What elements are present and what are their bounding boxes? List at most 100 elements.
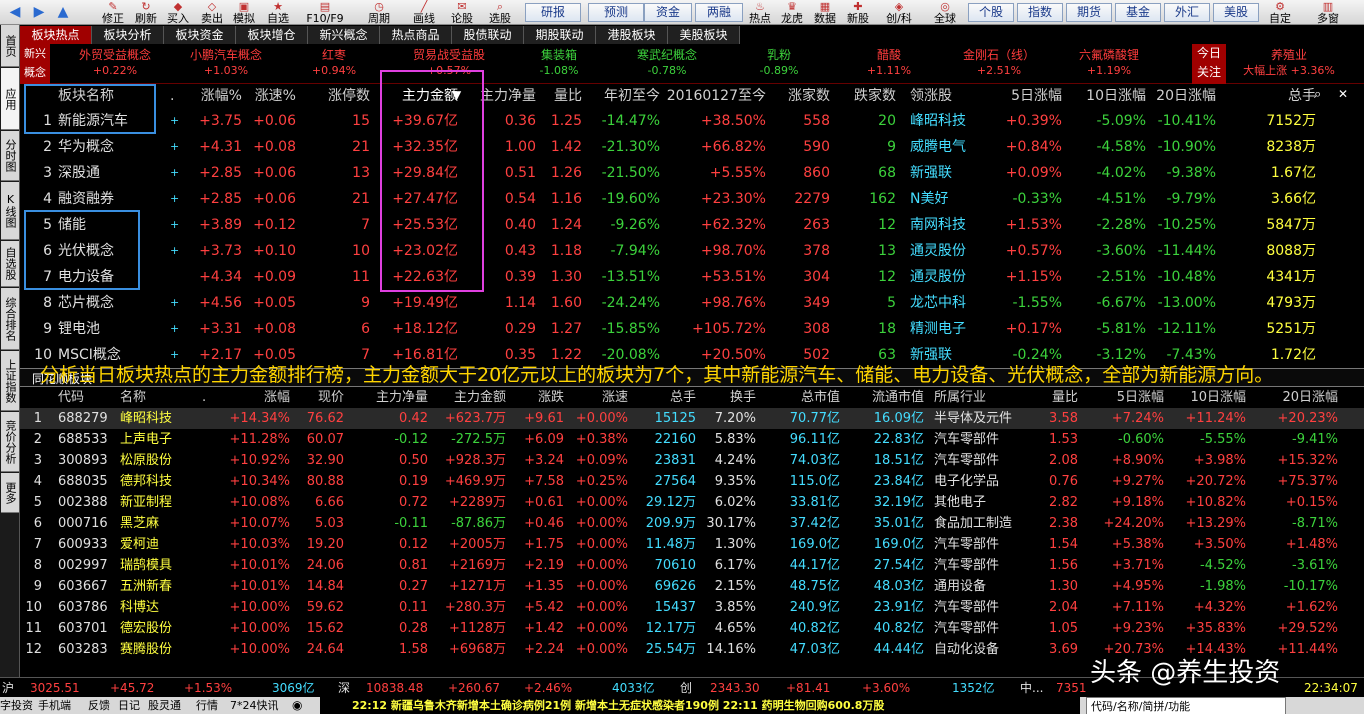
col-header-9[interactable]: 20160127至今 [666,84,766,108]
hot-concept-item[interactable]: 寒武纪概念 -0.78% [608,47,726,79]
sidebar-tab-7[interactable]: 竞价分析 [1,412,19,472]
table-row[interactable]: 9 603667 五洲新春 +10.01% 14.84 0.27 +1271万 +1.35 +0… [20,576,1364,597]
col-header-5[interactable]: 主力净量 [352,387,428,408]
toolbar-box-0[interactable]: 研报 [525,3,581,22]
tab-6[interactable]: 股债联动 [452,26,524,44]
news-item-1[interactable]: 22:12 新疆乌鲁木齐新增本土确诊病例21例 新增本土无症状感染者190例 [352,699,719,712]
table-row[interactable]: 3 深股通 + +2.85 +0.06 13 +29.84亿 0.51 1.26 -21.50% +… [20,160,1364,186]
table-row[interactable]: 5 002388 新亚制程 +10.08% 6.66 0.72 +2289万 +0.61 +0.… [20,492,1364,513]
col-header-7[interactable]: 涨跌 [508,387,564,408]
toolbar-button2-2[interactable]: ▦ 数据 [810,0,840,25]
bottom-item-6[interactable]: 7*24快讯 [230,697,279,714]
cell-n[interactable]: 赛腾股份 [120,639,200,660]
col-header-13[interactable]: 所属行业 [934,387,1044,408]
tab-4[interactable]: 新兴概念 [308,26,380,44]
tab-5[interactable]: 热点商品 [380,26,452,44]
tab-9[interactable]: 美股板块 [668,26,740,44]
table-row[interactable]: 4 688035 德邦科技 +10.34% 80.88 0.19 +469.9万 +7.58 +… [20,471,1364,492]
hot-concept-item[interactable]: 外贸受益概念 +0.22% [56,47,174,79]
robot-icon[interactable]: ◉ [292,698,302,712]
col-header-10[interactable]: 换手 [700,387,756,408]
col-header-17[interactable]: 20日涨幅 [1260,387,1338,408]
table-row[interactable]: 1 688279 峰昭科技 +14.34% 76.62 0.42 +623.7万 +9.61 +… [20,408,1364,429]
toolbar-button2-3[interactable]: ✚ 新股 [843,0,873,25]
toolbar-button-7[interactable]: ◷ 周期 [356,0,402,25]
hot-concept-item[interactable]: 小鹏汽车概念 +1.03% [167,47,285,79]
toolbar-button2-0[interactable]: ♨ 热点 [745,0,775,25]
col-header-8[interactable]: 年初至今 [586,84,660,108]
cell-code[interactable]: 688279 [58,408,110,429]
col-header-14[interactable]: 量比 [1042,387,1078,408]
col-header-9[interactable]: 总手 [630,387,696,408]
sidebar-tab-5[interactable]: 综合排名 [1,288,19,350]
bottom-item-5[interactable]: 行情 [196,697,218,714]
search-icon[interactable]: ⌕ [1314,87,1321,102]
toolbar-button2-1[interactable]: ♛ 龙虎 [777,0,807,25]
tab-7[interactable]: 期股联动 [524,26,596,44]
cell-n[interactable]: 德邦科技 [120,471,200,492]
col-header-12[interactable]: 领涨股 [910,84,990,108]
cell-code[interactable]: 002388 [58,492,110,513]
bottom-item-0[interactable]: 字投资 [0,697,33,714]
col-header-10[interactable]: 涨家数 [770,84,830,108]
cell-n[interactable]: 德宏股份 [120,618,200,639]
toolbar-button-4[interactable]: ▣ 模拟 [228,0,260,25]
table-row[interactable]: 1 新能源汽车 + +3.75 +0.06 15 +39.67亿 0.36 1.25 -14.47… [20,108,1364,134]
toolbar-box-3[interactable]: 两融 [695,3,743,22]
toolbar-button2-5[interactable]: ◎ 全球 [927,0,963,25]
cell-code[interactable]: 603701 [58,618,110,639]
cell-lz[interactable]: N美好 [910,186,990,212]
toolbar-button2-4[interactable]: ◈ 创/科 [876,0,922,25]
sidebar-tab-8[interactable]: 更多 [1,473,19,513]
command-search-input[interactable]: 代码/名称/简拼/功能 [1086,697,1286,714]
toolbar-right-0[interactable]: ⚙ 自定 [1264,0,1296,25]
cell-code[interactable]: 600933 [58,534,110,555]
cell-n[interactable]: 锂电池 [58,316,168,342]
tab-2[interactable]: 板块资金 [164,26,236,44]
col-header-0[interactable]: 代码 [58,387,110,408]
toolbar-right-1[interactable]: ▥ 多窗 [1308,0,1348,25]
col-header-16[interactable]: 总手 [1240,84,1316,108]
toolbar-button-9[interactable]: ✉ 论股 [443,0,481,25]
table-row[interactable]: 2 华为概念 + +4.31 +0.08 21 +32.35亿 1.00 1.42 -21.30%… [20,134,1364,160]
toolbar-button-3[interactable]: ◇ 卖出 [196,0,228,25]
hot-concept-item[interactable]: 红枣 +0.94% [275,47,393,79]
sidebar-tab-2[interactable]: 分时图 [1,131,19,181]
bottom-item-2[interactable]: 反馈 [88,697,110,714]
cell-n[interactable]: 松原股份 [120,450,200,471]
nav-arrow-icon[interactable]: ▶ [28,0,50,25]
col-header-16[interactable]: 10日涨幅 [1168,387,1246,408]
col-header-15[interactable]: 5日涨幅 [1086,387,1164,408]
cell-code[interactable]: 000716 [58,513,110,534]
table-row[interactable]: 2 688533 上声电子 +11.28% 60.07 -0.12 -272.5万 +6.09… [20,429,1364,450]
sidebar-tab-4[interactable]: 自选股 [1,241,19,287]
cell-code[interactable]: 603283 [58,639,110,660]
table-row[interactable]: 9 锂电池 + +3.31 +0.08 6 +18.12亿 0.29 1.27 -15.85% +1… [20,316,1364,342]
cell-n[interactable]: 瑞鹄模具 [120,555,200,576]
col-header-14[interactable]: 10日涨幅 [1066,84,1146,108]
cell-n[interactable]: 华为概念 [58,134,168,160]
cell-n[interactable]: 爱柯迪 [120,534,200,555]
hot-concept-item[interactable]: 醋酸 +1.11% [830,47,948,79]
col-header-2[interactable]: 涨幅% [188,84,242,108]
toolbar-box-1[interactable]: 预测 [588,3,644,22]
col-header-12[interactable]: 流通市值 [842,387,924,408]
table-row[interactable]: 5 储能 + +3.89 +0.12 7 +25.53亿 0.40 1.24 -9.26% +62.… [20,212,1364,238]
col-header-1[interactable]: 名称 [120,387,200,408]
toolbar-button-5[interactable]: ★ 自选 [262,0,294,25]
col-header-4[interactable]: 现价 [292,387,344,408]
col-header-13[interactable]: 5日涨幅 [998,84,1062,108]
cell-lz[interactable]: 新强联 [910,160,990,186]
sidebar-tab-0[interactable]: 首页 [1,25,19,67]
toolbar-button-0[interactable]: ✎ 修正 [96,0,130,25]
bottom-item-1[interactable]: 手机端 [38,697,71,714]
col-header-15[interactable]: 20日涨幅 [1150,84,1216,108]
news-item-2[interactable]: 22:11 药明生物回购600.8万股 [723,699,885,712]
col-header-3[interactable]: 涨幅 [228,387,290,408]
cell-code[interactable]: 603667 [58,576,110,597]
cell-n[interactable]: 五洲新春 [120,576,200,597]
cell-n[interactable]: 上声电子 [120,429,200,450]
col-header-7[interactable]: 量比 [540,84,582,108]
cell-n[interactable]: 新亚制程 [120,492,200,513]
hot-concept-item[interactable]: 六氟磷酸锂 +1.19% [1050,47,1168,79]
